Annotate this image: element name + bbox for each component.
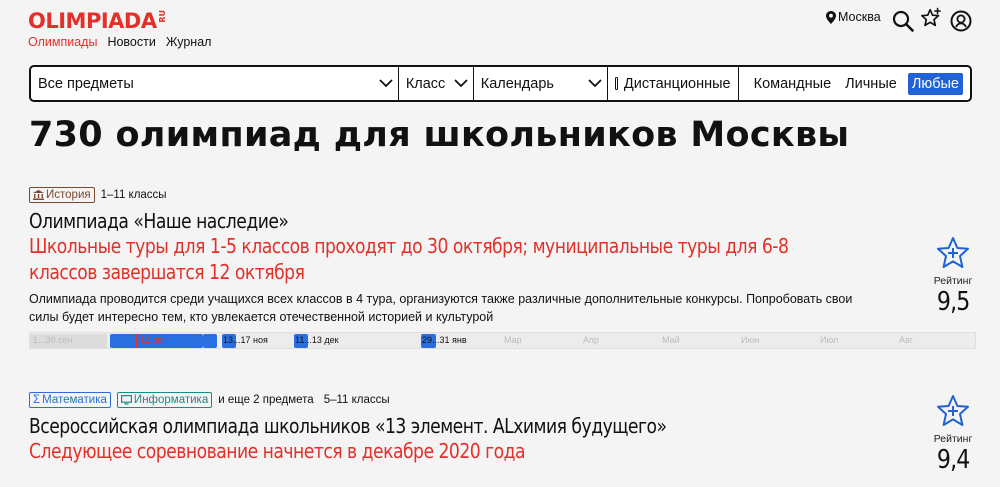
chevron-down-icon — [587, 79, 602, 88]
museum-icon — [33, 190, 44, 200]
chevron-down-icon — [379, 79, 393, 88]
timeline-past-label: 1...30 сен — [33, 335, 73, 345]
timeline-event-label: 29...31 янв — [422, 335, 467, 345]
remote-checkbox[interactable]: Дистанционные — [608, 67, 739, 100]
subject-tag-label: Математика — [42, 394, 107, 406]
nav-journal[interactable]: Журнал — [166, 35, 212, 49]
olympiad-card[interactable]: История 1–11 классы Олимпиада «Наше насл… — [29, 187, 979, 326]
timeline-event[interactable] — [203, 334, 217, 348]
search-icon — [892, 10, 914, 32]
main-nav: Олимпиады Новости Журнал — [28, 35, 211, 49]
subject-tag-label: Информатика — [133, 394, 209, 406]
today-marker — [136, 334, 138, 348]
participation-team[interactable]: Командные — [751, 74, 835, 94]
timeline-month: Авг — [899, 335, 914, 345]
rating-label: Рейтинг — [933, 433, 973, 445]
grades: 5–11 классы — [323, 394, 390, 406]
olympiad-subtitle: Следующее соревнование начнется в декабр… — [29, 439, 526, 463]
subject-select[interactable]: Все предметы — [31, 67, 399, 100]
subject-tag[interactable]: Информатика — [116, 392, 213, 408]
participation-toggle: Командные Личные Любые — [739, 67, 970, 100]
logo-suffix: RU — [157, 10, 167, 23]
add-favorite-icon[interactable] — [936, 236, 970, 270]
participation-any[interactable]: Любые — [907, 72, 963, 95]
city-name: Москва — [838, 10, 881, 24]
timeline-event-label: 13...17 ноя — [223, 335, 268, 345]
map-pin-icon — [826, 10, 836, 24]
filter-bar: Все предметы Класс Календарь Дистанционн… — [29, 65, 972, 102]
calendar-select-value: Календарь — [480, 75, 554, 92]
star-badge-icon — [921, 7, 941, 27]
rating-value: 9,5 — [936, 287, 970, 317]
remote-label: Дистанционные — [623, 75, 731, 92]
timeline-event-label: 12 окт — [140, 335, 166, 345]
subject-tag-label: История — [46, 189, 91, 201]
chevron-down-icon — [454, 79, 468, 88]
subject-tag[interactable]: История — [29, 187, 95, 203]
rating-label: Рейтинг — [933, 275, 973, 287]
participation-individual[interactable]: Личные — [842, 74, 900, 94]
rating-block: Рейтинг 9,5 — [918, 236, 988, 317]
card-meta: Σ Математика Информатика и еще 2 предмет… — [29, 392, 979, 408]
timeline-month: Июл — [820, 335, 839, 345]
add-favorite-icon[interactable] — [936, 394, 970, 428]
nav-news[interactable]: Новости — [107, 35, 155, 49]
checkbox-box[interactable] — [614, 77, 618, 90]
logo-text: OLIMPIADA — [28, 9, 157, 33]
rating-block: Рейтинг 9,4 — [918, 394, 988, 475]
timeline-month: Июн — [741, 335, 760, 345]
subject-tag[interactable]: Σ Математика — [29, 392, 111, 408]
search-button[interactable] — [891, 9, 915, 33]
grades: 1–11 классы — [100, 189, 167, 201]
more-subjects[interactable]: и еще 2 предмета — [218, 394, 313, 406]
olympiad-subtitle: Школьные туры для 1-5 классов проходят д… — [29, 234, 789, 284]
site-header: OLIMPIADA RU Олимпиады Новости Журнал Мо… — [0, 0, 1000, 60]
timeline-month: Апр — [583, 335, 599, 345]
subject-select-value: Все предметы — [38, 75, 134, 92]
timeline-event-label: 11...13 дек — [295, 335, 339, 345]
timeline-month: Май — [662, 335, 680, 345]
monitor-icon — [120, 395, 132, 405]
rating-value: 9,4 — [936, 445, 970, 475]
profile-button[interactable] — [949, 9, 973, 33]
nav-olympiads[interactable]: Олимпиады — [28, 35, 97, 49]
grade-select[interactable]: Класс — [399, 67, 474, 100]
olympiad-title[interactable]: Олимпиада «Наше наследие» — [29, 209, 846, 233]
profile-icon — [950, 10, 972, 32]
city-selector[interactable]: Москва — [826, 10, 881, 24]
timeline-month: Мар — [504, 335, 522, 345]
sigma-icon: Σ — [33, 394, 41, 406]
grade-select-value: Класс — [405, 75, 446, 92]
olympiad-card[interactable]: Σ Математика Информатика и еще 2 предмет… — [29, 392, 979, 464]
favorites-button[interactable] — [920, 6, 944, 30]
site-logo[interactable]: OLIMPIADA RU — [28, 9, 167, 33]
page-title: 730 олимпиад для школьников Москвы — [29, 115, 850, 155]
calendar-select[interactable]: Календарь — [474, 67, 608, 100]
olympiad-title[interactable]: Всероссийская олимпиада школьников «13 э… — [29, 414, 846, 438]
event-timeline: 1...30 сен 12 окт 13...17 ноя 11...13 де… — [29, 332, 976, 349]
card-meta: История 1–11 классы — [29, 187, 979, 203]
olympiad-description: Олимпиада проводится среди учащихся всех… — [29, 292, 853, 324]
